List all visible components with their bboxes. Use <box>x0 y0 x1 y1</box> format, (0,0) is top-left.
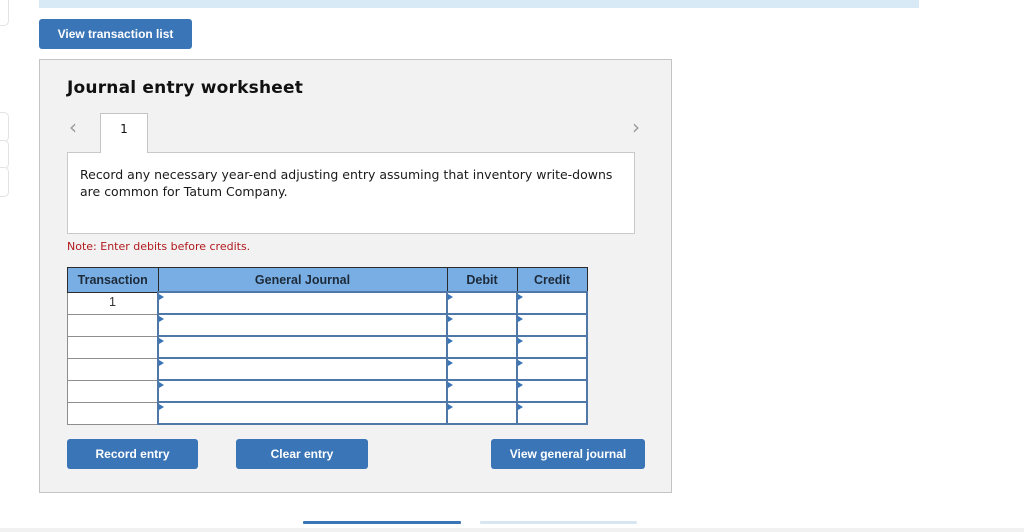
prompt-box: Record any necessary year-end adjusting … <box>67 152 635 234</box>
table-row <box>67 313 588 337</box>
column-header-credit: Credit <box>516 267 588 293</box>
general-journal-input[interactable] <box>157 401 448 425</box>
general-journal-input[interactable] <box>157 335 448 359</box>
table-row <box>67 357 588 381</box>
general-journal-input[interactable] <box>157 291 448 315</box>
view-general-journal-button[interactable]: View general journal <box>491 439 645 469</box>
transaction-cell <box>67 401 159 425</box>
credit-input[interactable] <box>516 357 588 381</box>
transaction-cell <box>67 357 159 381</box>
table-row <box>67 335 588 359</box>
table-row <box>67 401 588 425</box>
table-row <box>67 379 588 403</box>
general-journal-input[interactable] <box>157 379 448 403</box>
credit-input[interactable] <box>516 291 588 315</box>
side-tab-4[interactable] <box>0 167 9 197</box>
debit-input[interactable] <box>446 291 518 315</box>
column-header-debit: Debit <box>446 267 518 293</box>
general-journal-input[interactable] <box>157 313 448 337</box>
bottom-tab-indicator-active[interactable] <box>303 521 461 524</box>
credit-input[interactable] <box>516 379 588 403</box>
credit-input[interactable] <box>516 313 588 337</box>
column-header-transaction: Transaction <box>67 267 159 293</box>
column-header-general-journal: General Journal <box>157 267 448 293</box>
bottom-divider <box>0 528 1024 532</box>
debit-input[interactable] <box>446 335 518 359</box>
bottom-tab-indicator-inactive[interactable] <box>480 521 637 524</box>
side-tab-1[interactable] <box>0 0 9 26</box>
journal-table: Transaction General Journal Debit Credit… <box>67 267 588 425</box>
credit-input[interactable] <box>516 401 588 425</box>
transaction-cell <box>67 379 159 403</box>
view-transaction-list-button[interactable]: View transaction list <box>39 19 192 49</box>
record-entry-button[interactable]: Record entry <box>67 439 198 469</box>
transaction-cell: 1 <box>67 291 159 315</box>
journal-entry-worksheet-panel: Journal entry worksheet ‹ 1 › Record any… <box>39 59 672 493</box>
debit-input[interactable] <box>446 401 518 425</box>
journal-header-row: Transaction General Journal Debit Credit <box>67 267 588 293</box>
debit-input[interactable] <box>446 379 518 403</box>
note-text: Note: Enter debits before credits. <box>67 240 251 253</box>
side-tab-2[interactable] <box>0 112 9 142</box>
credit-input[interactable] <box>516 335 588 359</box>
prompt-text: Record any necessary year-end adjusting … <box>80 167 613 199</box>
chevron-right-icon[interactable]: › <box>628 117 644 137</box>
clear-entry-button[interactable]: Clear entry <box>236 439 368 469</box>
side-tab-3[interactable] <box>0 140 9 169</box>
top-banner <box>39 0 919 8</box>
transaction-cell <box>67 313 159 337</box>
debit-input[interactable] <box>446 313 518 337</box>
debit-input[interactable] <box>446 357 518 381</box>
general-journal-input[interactable] <box>157 357 448 381</box>
transaction-cell <box>67 335 159 359</box>
table-row: 1 <box>67 291 588 315</box>
worksheet-title: Journal entry worksheet <box>67 78 304 98</box>
chevron-left-icon[interactable]: ‹ <box>65 117 81 137</box>
worksheet-tab-1[interactable]: 1 <box>100 113 148 153</box>
